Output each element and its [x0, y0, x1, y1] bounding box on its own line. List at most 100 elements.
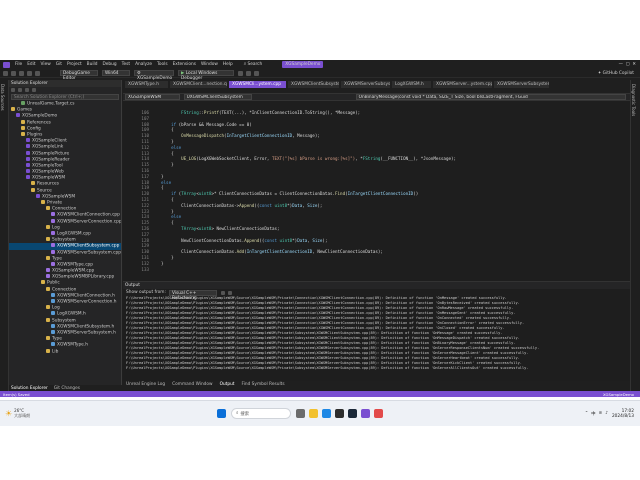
- tree-item-label: Type: [52, 256, 62, 262]
- back-icon[interactable]: [3, 70, 8, 76]
- collapse-icon[interactable]: [32, 88, 36, 92]
- home-icon[interactable]: [11, 88, 15, 92]
- folder-icon: [21, 131, 25, 136]
- tree-item[interactable]: Lib: [9, 348, 121, 355]
- tree-item-label: XGWSMType.cpp: [57, 262, 94, 268]
- undo-icon[interactable]: [27, 70, 32, 76]
- startup-project-dropdown[interactable]: ⚙ XGSampleDemo: [134, 70, 174, 81]
- platform-dropdown[interactable]: Win64: [102, 70, 130, 76]
- tree-item-label: XGWSMServerSubsystem.cpp: [57, 250, 121, 255]
- redo-icon[interactable]: [35, 70, 40, 76]
- menu-help[interactable]: Help: [223, 62, 233, 67]
- toolbar-tool-icon[interactable]: [246, 70, 251, 76]
- sun-icon: ☀: [5, 409, 13, 418]
- tree-item-label: Subsystem: [52, 318, 76, 324]
- steam-icon[interactable]: [348, 409, 357, 418]
- search-label: Search: [247, 62, 263, 67]
- tab-client-connection-cpp[interactable]: XGWSMClient...nection.cpp: [170, 81, 228, 88]
- tab-client-subsystem-h[interactable]: XGWSMClientSubsystem.h: [288, 81, 340, 88]
- weather-widget[interactable]: ☀ 26°C 大部晴朗: [5, 408, 45, 419]
- tree-item-label: Resources: [37, 181, 59, 187]
- tab-unreal-engine-log[interactable]: Unreal Engine Log: [126, 382, 165, 387]
- taskbar-search-label: 搜索: [240, 411, 249, 417]
- input-language[interactable]: 中: [591, 411, 595, 417]
- status-solution[interactable]: XGSampleDemo: [603, 392, 634, 397]
- start-without-debugging-icon[interactable]: [238, 70, 243, 76]
- tab-output[interactable]: Output: [220, 382, 235, 387]
- solution-explorer-search[interactable]: Search Solution Explorer (Ctrl+;): [11, 94, 119, 100]
- tree-item-label: References: [27, 120, 51, 126]
- code-line[interactable]: 133: [123, 267, 630, 273]
- code-area[interactable]: 106 FString::Printf(TEXT(...), *InClient…: [123, 110, 630, 272]
- tree-item-label: XGSampleClient: [32, 138, 67, 144]
- tab-find-symbol-results[interactable]: Find Symbol Results: [242, 382, 285, 387]
- tree-item-label: Source: [37, 188, 52, 194]
- tab-client-subsystem-cpp[interactable]: XGWSMCli...ystem.cpp: [229, 81, 287, 88]
- output-source-dropdown[interactable]: Visual C++ Refactoring: [168, 289, 217, 301]
- tab-server-subsystem-h[interactable]: XGWSMServerSubsystem.h: [341, 81, 391, 88]
- tree-item-label: XGWSMServerSubsystem.h: [57, 330, 116, 336]
- app-icon[interactable]: [374, 409, 383, 418]
- tab-server-subsystem-h-2[interactable]: XGWSMServerSubsystem.h: [494, 81, 550, 88]
- output-text[interactable]: F:\UnrealProjects\XGSampleDemo\Plugins\X…: [123, 296, 630, 378]
- menu-build[interactable]: Build: [87, 62, 98, 67]
- menu-project[interactable]: Project: [67, 62, 82, 67]
- menu-analyze[interactable]: Analyze: [135, 62, 152, 67]
- project-icon: [26, 175, 30, 180]
- tab-logxgwsm-h[interactable]: LogXGWSM.h: [392, 81, 432, 88]
- tab-server-subsystem-cpp[interactable]: XGWSMServer...ystem.cpp: [433, 81, 493, 88]
- configuration-dropdown[interactable]: DebugGame Editor: [60, 70, 98, 81]
- right-tool-strip: Diagnostic Tools: [630, 80, 640, 397]
- tree-item-label: Type: [52, 336, 62, 342]
- data-sources-tab[interactable]: Data Sources: [0, 80, 5, 111]
- header-file-icon: [51, 299, 55, 303]
- folder-icon: [46, 286, 50, 291]
- volume-icon[interactable]: ♪: [605, 411, 608, 416]
- nav-project-dropdown[interactable]: XGSampleWSM: [125, 94, 180, 100]
- menu-debug[interactable]: Debug: [102, 62, 116, 67]
- debugger-button[interactable]: ▶ Local Windows Debugger: [178, 70, 234, 81]
- tab-xgwsmtype-h[interactable]: XGWSMType.h: [125, 81, 169, 88]
- diagnostic-tools-tab[interactable]: Diagnostic Tools: [631, 80, 636, 116]
- word-wrap-icon[interactable]: [227, 290, 232, 295]
- project-icon: [26, 156, 30, 161]
- search-box[interactable]: ⌕ Search: [244, 62, 268, 67]
- menu-window[interactable]: Window: [201, 62, 218, 67]
- taskbar-search[interactable]: ⌕ 搜索: [231, 408, 291, 419]
- refresh-icon[interactable]: [25, 88, 29, 92]
- clock[interactable]: 17:02 2024/8/13: [612, 409, 634, 419]
- folder-icon: [46, 255, 50, 260]
- clear-all-icon[interactable]: [220, 290, 225, 295]
- file-explorer-icon[interactable]: [309, 409, 318, 418]
- toolbar-tool-icon[interactable]: [254, 70, 259, 76]
- tab-command-window[interactable]: Command Window: [172, 382, 212, 387]
- menu-file[interactable]: File: [15, 62, 22, 67]
- menu-tools[interactable]: Tools: [157, 62, 168, 67]
- menu-view[interactable]: View: [41, 62, 51, 67]
- wifi-icon[interactable]: ≋: [599, 411, 603, 416]
- forward-icon[interactable]: [11, 70, 16, 76]
- save-icon[interactable]: [19, 70, 24, 76]
- task-view-icon[interactable]: [296, 409, 305, 418]
- tree-item-label: XGWSMClientConnection.h: [57, 293, 115, 299]
- nav-scope-dropdown[interactable]: UXGWSMClientSubsystem: [183, 94, 252, 100]
- visual-studio-taskbar-icon[interactable]: [361, 409, 370, 418]
- folder-icon: [31, 181, 35, 186]
- header-file-icon: [51, 329, 55, 334]
- unreal-engine-icon[interactable]: [335, 409, 344, 418]
- editor-tab-bar: XGWSMType.h XGWSMClient...nection.cpp XG…: [123, 80, 630, 94]
- menu-edit[interactable]: Edit: [27, 62, 35, 67]
- copilot-button[interactable]: ✦ GitHub Copilot: [598, 71, 634, 76]
- solution-explorer-pane: Solution Explorer Search Solution Explor…: [9, 80, 122, 397]
- chevron-up-icon[interactable]: ⌃: [585, 411, 589, 416]
- solution-explorer-toolbar: [9, 87, 121, 93]
- menu-test[interactable]: Test: [122, 62, 130, 67]
- sync-icon[interactable]: [18, 88, 22, 92]
- menu-git[interactable]: Git: [56, 62, 62, 67]
- cpp-file-icon: [46, 274, 50, 279]
- menu-extensions[interactable]: Extensions: [173, 62, 196, 67]
- solution-tree: UnrealGame.Target.cs Games XGSampleDemo Ref…: [9, 101, 121, 361]
- start-icon[interactable]: [217, 409, 226, 418]
- nav-member-dropdown[interactable]: OnBinaryMessage(const void * Data, SIZE_…: [355, 94, 626, 100]
- edge-icon[interactable]: [322, 409, 331, 418]
